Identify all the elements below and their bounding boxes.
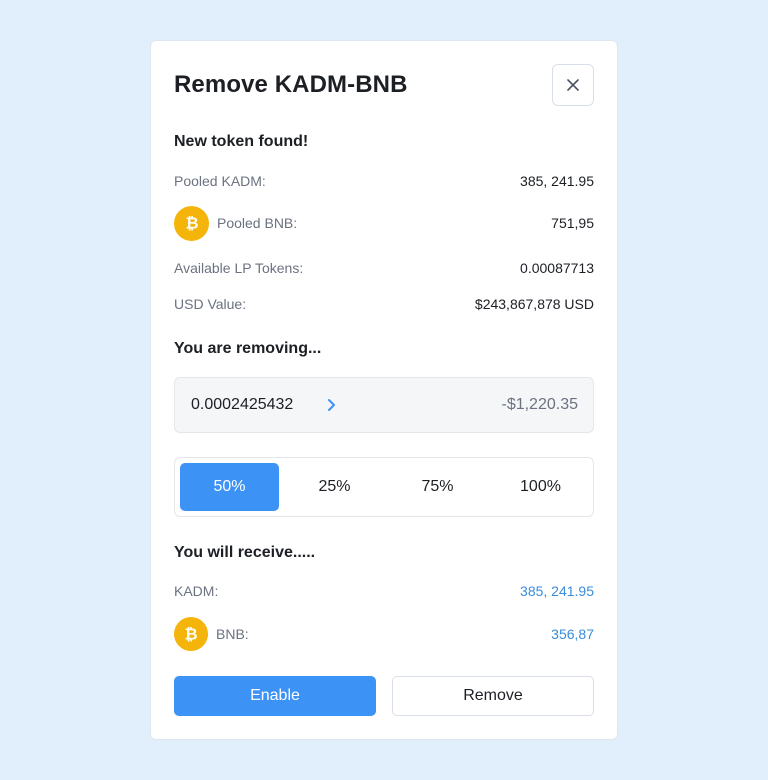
remove-amount-input[interactable]: 0.0002425432 -$1,220.35 (174, 377, 594, 433)
usd-value-label: USD Value: (174, 296, 247, 312)
pooled-kadm-label: Pooled KADM: (174, 173, 266, 189)
receive-kadm-value: 385, 241.95 (520, 583, 594, 599)
modal-title: Remove KADM-BNB (174, 71, 408, 98)
pooled-bnb-value: 751,95 (551, 215, 594, 231)
removing-heading: You are removing... (174, 340, 322, 357)
receive-bnb-value: 356,87 (551, 626, 594, 642)
pooled-kadm-value: 385, 241.95 (520, 173, 594, 189)
chevron-right-icon[interactable] (327, 397, 337, 418)
pooled-bnb-row: ₿ Pooled BNB: 751,95 (174, 205, 594, 241)
close-button[interactable] (552, 64, 594, 106)
enable-button[interactable]: Enable (174, 676, 376, 716)
receive-kadm-label: KADM: (174, 583, 219, 599)
receive-bnb-label: BNB: (216, 626, 249, 642)
usd-value-value: $243,867,878 USD (474, 296, 594, 312)
new-token-heading: New token found! (174, 133, 309, 150)
receive-kadm-row: KADM: 385, 241.95 (174, 581, 594, 601)
available-lp-row: Available LP Tokens: 0.00087713 (174, 258, 594, 278)
receive-bnb-row: ₿ BNB: 356,87 (174, 616, 594, 652)
usd-value-row: USD Value: $243,867,878 USD (174, 294, 594, 314)
available-lp-label: Available LP Tokens: (174, 260, 304, 276)
remove-button[interactable]: Remove (392, 676, 594, 716)
percent-50-button[interactable]: 50% (180, 463, 279, 511)
svg-text:₿: ₿ (185, 214, 198, 233)
remove-amount-usd: -$1,220.35 (501, 396, 578, 413)
percent-100-button[interactable]: 100% (491, 463, 590, 511)
percent-25-button[interactable]: 25% (285, 463, 384, 511)
close-icon (567, 79, 579, 91)
bitcoin-icon: ₿ (174, 617, 208, 651)
percentage-selector: 50% 25% 75% 100% (174, 457, 594, 517)
pooled-bnb-label: Pooled BNB: (217, 215, 298, 231)
receive-heading: You will receive..... (174, 544, 316, 561)
available-lp-value: 0.00087713 (520, 260, 594, 276)
remove-amount-value: 0.0002425432 (191, 396, 294, 413)
pooled-kadm-row: Pooled KADM: 385, 241.95 (174, 171, 594, 191)
svg-text:₿: ₿ (184, 625, 197, 644)
percent-75-button[interactable]: 75% (388, 463, 487, 511)
bitcoin-icon: ₿ (174, 205, 209, 241)
remove-liquidity-modal: Remove KADM-BNB New token found! Pooled … (150, 40, 618, 740)
